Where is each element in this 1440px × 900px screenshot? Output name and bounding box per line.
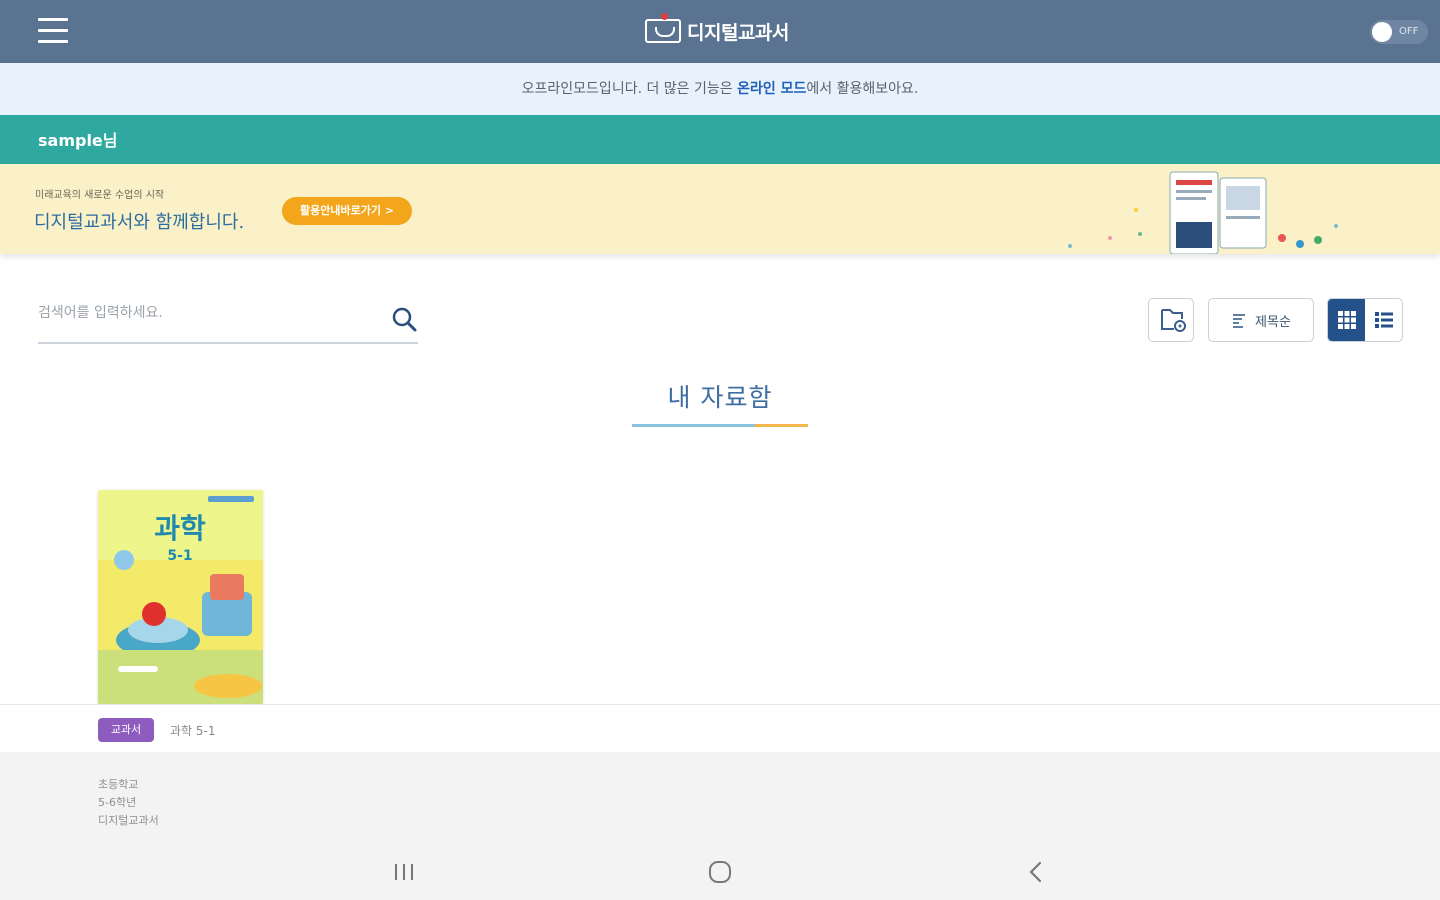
section-title-underline [632, 424, 808, 427]
book-detail-service: 디지털교과서 [98, 814, 159, 827]
view-mode-switch [1327, 298, 1403, 342]
online-mode-link[interactable]: 온라인 모드 [737, 81, 806, 97]
app-bar: 디지털교과서 OFF [0, 0, 1440, 63]
book-info-strip [0, 704, 1440, 753]
app-logo: 디지털교과서 [645, 13, 789, 48]
banner-guide-button[interactable]: 활용안내바로가기 > [282, 197, 412, 225]
recent-apps-icon[interactable] [384, 858, 424, 886]
book-title[interactable]: 과학 5-1 [170, 722, 216, 739]
sort-button[interactable]: 제목순 [1208, 298, 1314, 342]
book-cover[interactable]: 과학 5-1 [98, 490, 263, 704]
back-icon[interactable] [1016, 858, 1056, 886]
logo-icon [645, 13, 681, 43]
user-bar: sample님 [0, 115, 1440, 164]
book-detail-grade: 5-6학년 [98, 796, 137, 809]
banner-illustration [1068, 171, 1338, 254]
toggle-knob [1372, 22, 1392, 42]
app-title: 디지털교과서 [687, 21, 789, 44]
book-type-badge: 교과서 [98, 718, 154, 742]
folder-gear-icon [1161, 309, 1186, 332]
sort-label: 제목순 [1255, 314, 1291, 330]
folder-settings-button[interactable] [1148, 298, 1194, 342]
notice-suffix: 에서 활용해보아요. [806, 81, 919, 97]
book-cover-art: 과학 5-1 [98, 490, 263, 704]
list-icon [1374, 312, 1393, 328]
cover-title: 과학 [154, 512, 206, 545]
section-title: 내 자료함 [667, 383, 773, 412]
banner-headline: 디지털교과서와 함께합니다. [34, 212, 245, 233]
notice-prefix: 오프라인모드입니다. 더 많은 기능은 [521, 81, 738, 97]
online-mode-toggle[interactable]: OFF [1370, 20, 1428, 44]
search-box[interactable]: 검색어를 입력하세요. [38, 296, 418, 344]
grid-view-button[interactable] [1328, 299, 1365, 341]
sort-icon [1233, 314, 1246, 328]
user-name: sample님 [38, 131, 118, 150]
book-details-panel: 초등학교 5-6학년 디지털교과서 [0, 752, 1440, 844]
book-detail-school: 초등학교 [98, 778, 139, 791]
banner-subtext: 미래교육의 새로운 수업의 시작 [35, 190, 165, 201]
system-nav-bar [0, 844, 1440, 900]
cover-grade: 5-1 [167, 548, 192, 564]
list-view-button[interactable] [1365, 299, 1402, 341]
home-icon[interactable] [700, 858, 740, 886]
grid-icon [1337, 311, 1356, 329]
search-input[interactable]: 검색어를 입력하세요. [38, 302, 163, 322]
toggle-label: OFF [1399, 26, 1419, 37]
promo-banner: 미래교육의 새로운 수업의 시작 디지털교과서와 함께합니다. 활용안내바로가기… [0, 164, 1440, 254]
offline-notice: 오프라인모드입니다. 더 많은 기능은 온라인 모드에서 활용해보아요. [0, 63, 1440, 115]
menu-icon[interactable] [38, 18, 68, 44]
search-icon[interactable] [390, 305, 418, 333]
